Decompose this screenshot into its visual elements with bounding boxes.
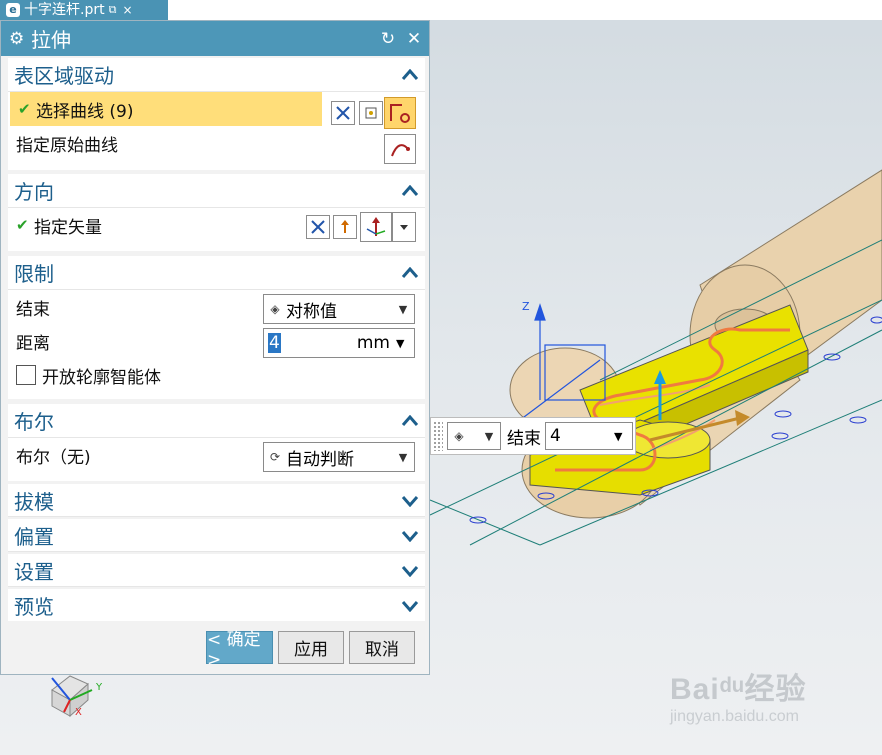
deselect-icon[interactable] [331,101,355,125]
sketch-section-icon[interactable] [359,101,383,125]
specify-vector-label: 指定矢量 [34,217,102,238]
document-tab[interactable]: e 十字连杆.prt ⧉ × [0,0,168,20]
boolean-label: 布尔（无) [16,447,91,468]
auto-infer-icon: ⟳ [269,450,281,464]
symmetric-icon: ◈ [454,429,464,443]
chevron-up-icon[interactable] [395,406,425,436]
section-boolean-header[interactable]: 布尔 [8,404,425,438]
section-settings-title: 设置 [14,560,54,584]
vector-type-icon[interactable] [360,212,392,242]
section-limits: 限制 结束 ◈ 对称值 ▼ 距离 4 mm ▼ 开放轮廓智能体 [8,256,425,399]
reverse-direction-icon[interactable] [333,215,357,239]
chevron-up-icon[interactable] [395,258,425,288]
document-tab-strip: e 十字连杆.prt ⧉ × [0,0,882,20]
apply-button[interactable]: 应用 [278,631,344,664]
chevron-down-icon[interactable]: ▼ [396,337,414,350]
original-curve-icon[interactable] [384,134,416,164]
chevron-down-icon[interactable]: ▼ [614,430,632,443]
view-triad[interactable]: Y X [51,675,103,718]
gear-icon[interactable]: ⚙ [9,29,31,49]
boolean-select[interactable]: ⟳ 自动判断 ▼ [263,442,415,472]
section-direction-header[interactable]: 方向 [8,174,425,208]
section-offset-title: 偏置 [14,525,54,549]
floating-input-bar: ◈ ▼ 结束 4 ▼ [430,417,636,455]
open-profile-label: 开放轮廓智能体 [42,367,161,388]
dialog-title: 拉伸 [31,28,71,52]
z-axis-label: Z [522,300,530,313]
chevron-up-icon[interactable] [395,176,425,206]
float-end-label: 结束 [507,428,541,449]
float-end-input[interactable]: 4 ▼ [545,422,633,450]
deselect-vector-icon[interactable] [306,215,330,239]
watermark-logo: Baiᵈᵘ经验 [670,673,807,706]
close-icon[interactable]: × [122,0,132,20]
chevron-down-icon[interactable] [395,521,425,551]
nx-logo-icon: e [6,3,20,17]
open-profile-row[interactable]: 开放轮廓智能体 [8,358,425,392]
distance-unit: mm [356,333,390,353]
end-type-value: 对称值 [286,301,337,322]
section-settings[interactable]: 设置 [8,554,425,587]
select-curve-row[interactable]: ✔ 选择曲线 (9) [10,92,322,126]
ok-button[interactable]: < 确定 > [206,630,273,670]
cancel-button[interactable]: 取消 [349,631,415,664]
section-direction-title: 方向 [14,180,54,204]
section-boolean-title: 布尔 [14,410,54,434]
drag-handle[interactable] [433,421,443,451]
section-draft-title: 拔模 [14,490,54,514]
chevron-up-icon[interactable] [395,60,425,90]
chevron-down-icon[interactable]: ▼ [392,451,414,464]
curve-select-icon[interactable] [384,97,416,129]
original-curve-row[interactable]: 指定原始曲线 [8,126,425,160]
section-limits-title: 限制 [14,262,54,286]
vector-dropdown-arrow[interactable] [392,212,416,242]
distance-label: 距离 [16,333,50,354]
section-draft[interactable]: 拔模 [8,484,425,517]
end-label: 结束 [16,299,50,320]
float-end-type-select[interactable]: ◈ ▼ [447,422,501,450]
section-region-title: 表区域驱动 [14,64,114,88]
document-tab-title: 十字连杆.prt [24,2,105,18]
baidu-watermark: Baiᵈᵘ经验 jingyan.baidu.com [670,656,840,736]
section-region-header[interactable]: 表区域驱动 [8,58,425,92]
float-end-value: 4 [550,426,561,446]
distance-input[interactable]: 4 mm ▼ [263,328,415,358]
watermark-url: jingyan.baidu.com [670,708,799,725]
svg-text:Y: Y [95,682,103,693]
section-region: 表区域驱动 ✔ 选择曲线 (9) 指定原始曲线 [8,58,425,170]
chevron-down-icon[interactable] [395,486,425,516]
reset-icon[interactable]: ↻ [377,29,399,49]
select-curve-label: 选择曲线 (9) [36,101,134,122]
symmetric-icon: ◈ [270,302,280,316]
extrude-dialog: ⚙ 拉伸 ↻ ✕ 表区域驱动 ✔ 选择曲线 (9) 指定原始曲线 方向 ✔ 指定… [0,20,430,675]
section-boolean: 布尔 布尔（无) ⟳ 自动判断 ▼ [8,404,425,481]
end-type-select[interactable]: ◈ 对称值 ▼ [263,294,415,324]
section-direction: 方向 ✔ 指定矢量 [8,174,425,251]
dialog-titlebar: ⚙ 拉伸 ↻ ✕ [1,21,429,56]
chevron-down-icon[interactable] [395,591,425,621]
distance-value: 4 [268,333,281,353]
original-curve-label: 指定原始曲线 [16,135,118,156]
close-icon[interactable]: ✕ [403,29,425,49]
section-preview-title: 预览 [14,595,54,619]
open-profile-checkbox[interactable] [16,365,36,385]
boolean-value: 自动判断 [286,449,354,470]
pin-icon[interactable]: ⧉ [109,0,117,20]
section-preview[interactable]: 预览 [8,589,425,622]
chevron-down-icon[interactable]: ▼ [392,303,414,316]
section-limits-header[interactable]: 限制 [8,256,425,290]
svg-text:X: X [75,707,82,718]
check-icon: ✔ [16,216,29,234]
chevron-down-icon[interactable]: ▼ [478,430,500,443]
dialog-footer: < 确定 > 应用 取消 [1,621,429,674]
chevron-down-icon[interactable] [395,556,425,586]
check-icon: ✔ [18,100,31,118]
section-offset[interactable]: 偏置 [8,519,425,552]
